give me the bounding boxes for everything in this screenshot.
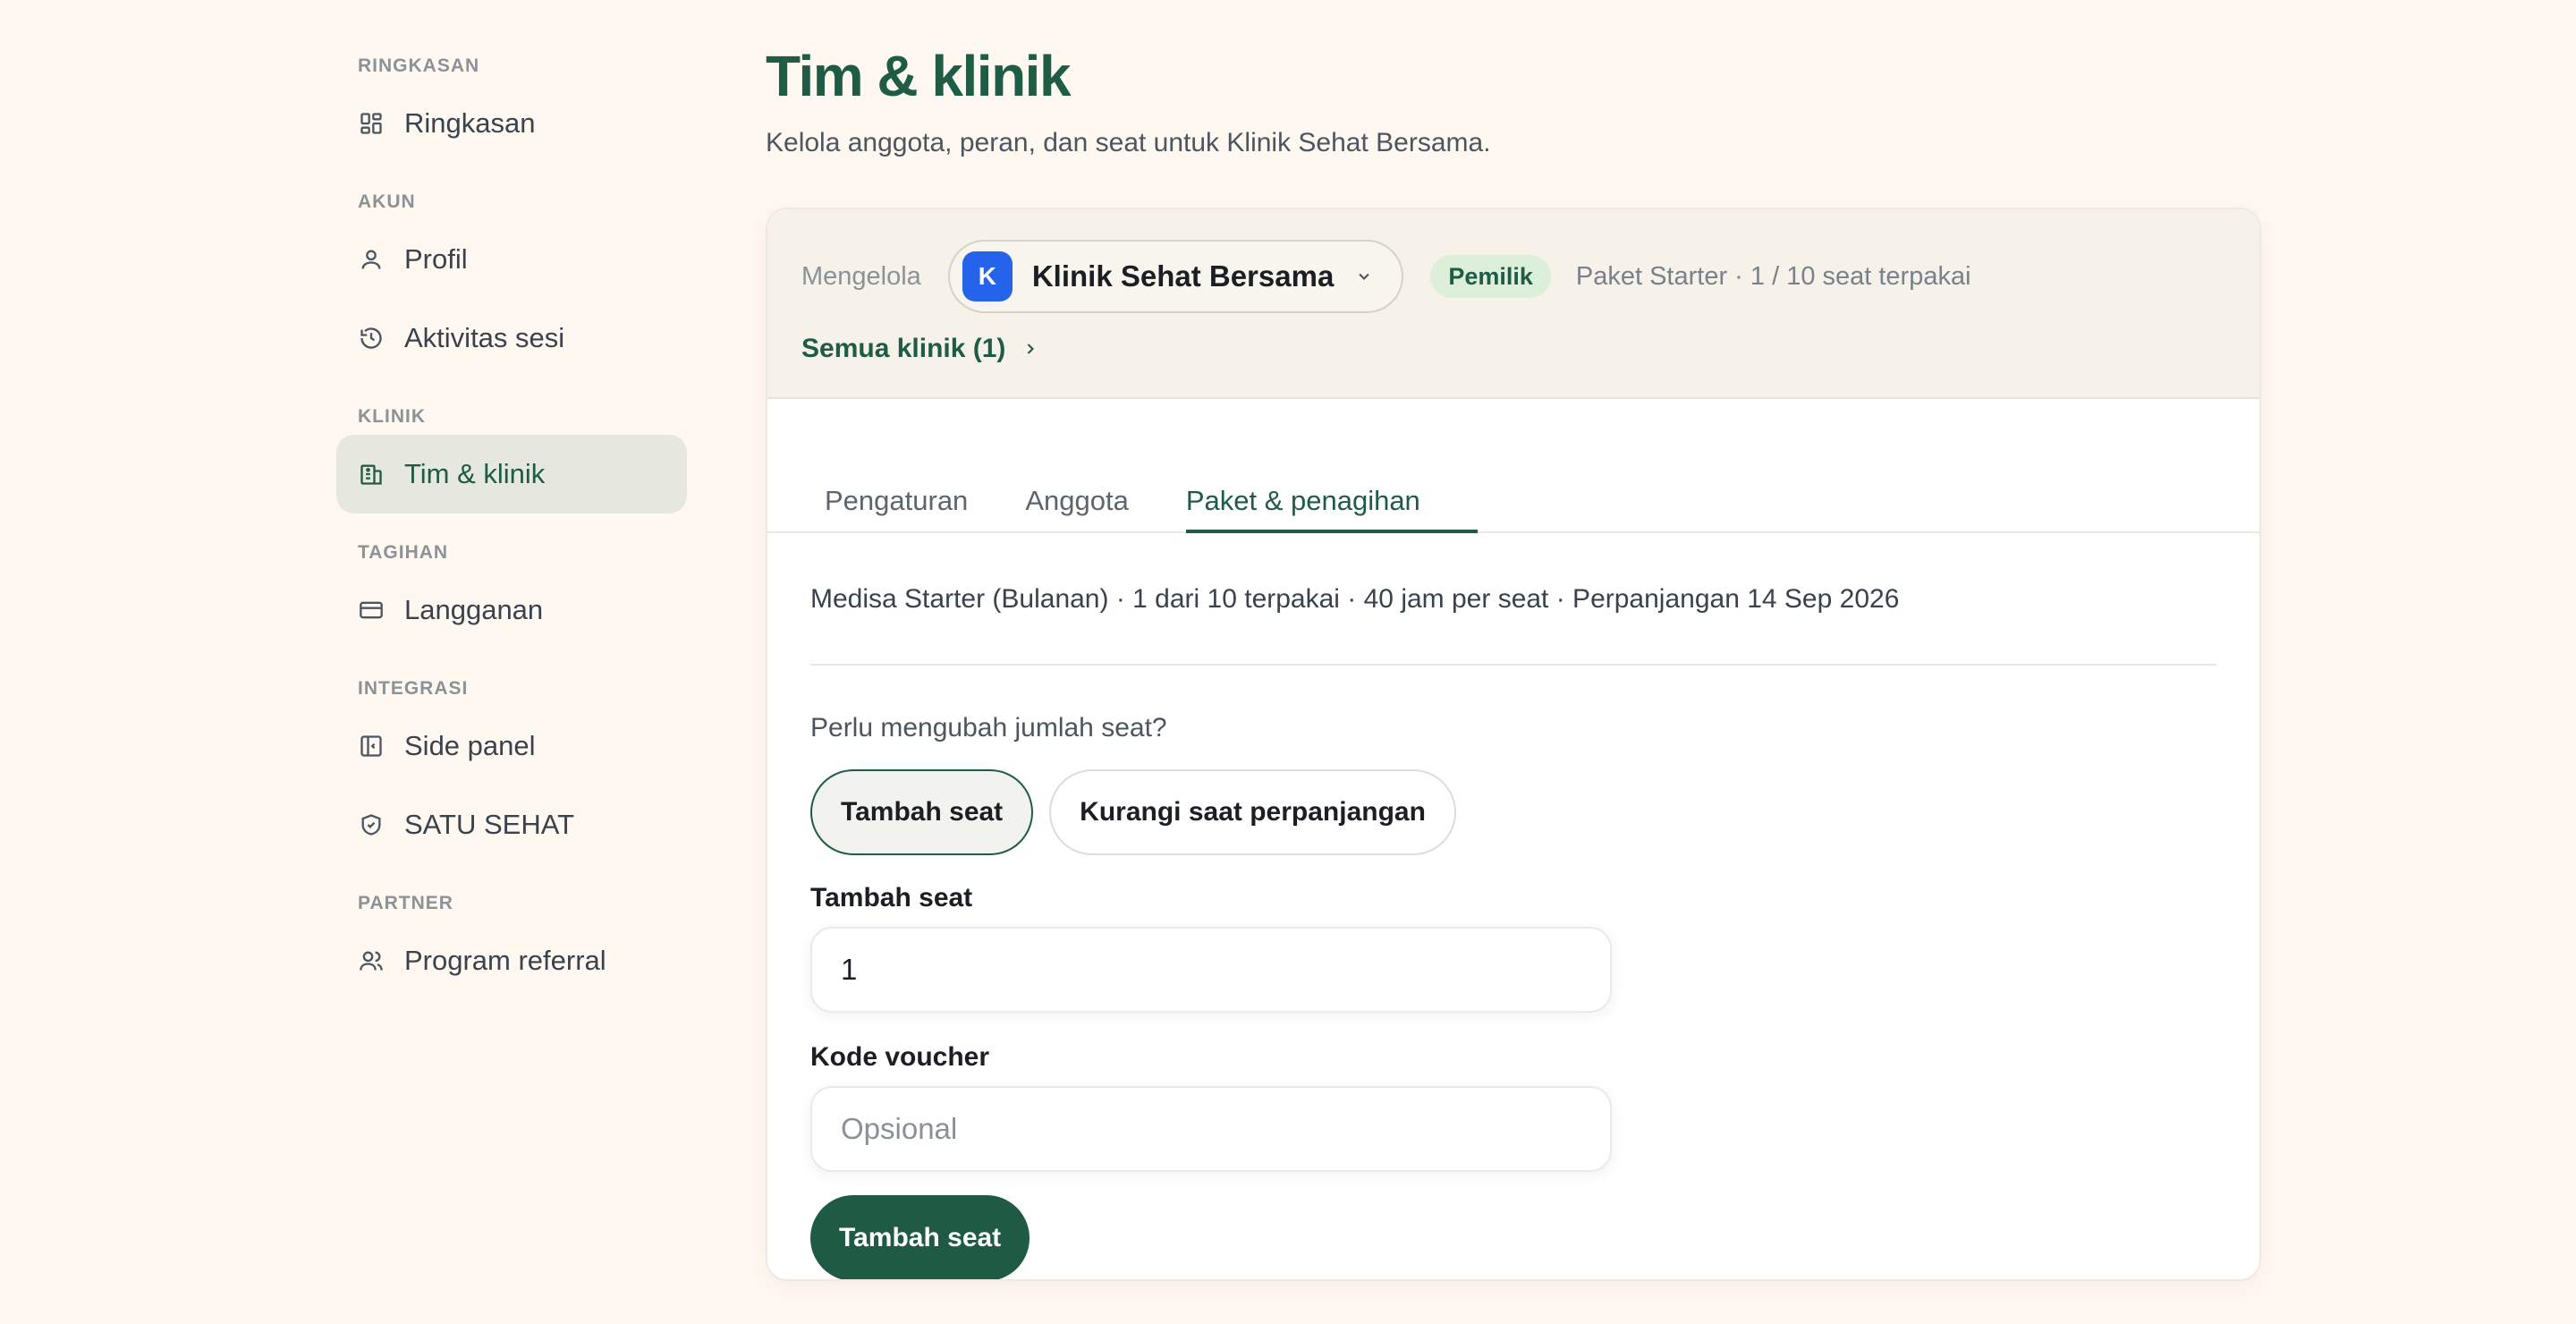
sidebar-item-label: Program referral — [404, 945, 606, 976]
seat-field-label: Tambah seat — [810, 883, 973, 912]
sidebar-item-label: Aktivitas sesi — [404, 322, 565, 353]
voucher-input[interactable] — [810, 1086, 1612, 1172]
sidebar-section-tagihan: TAGIHAN Langganan — [336, 540, 687, 649]
divider — [810, 664, 2216, 666]
chevron-right-icon — [1021, 339, 1041, 359]
section-label: AKUN — [358, 191, 416, 212]
add-seat-submit-button[interactable]: Tambah seat — [810, 1195, 1030, 1279]
sidebar-section-ringkasan: RINGKASAN Ringkasan — [336, 54, 687, 163]
plan-summary: Paket Starter · 1 / 10 seat terpakai — [1575, 261, 1971, 291]
role-badge: Pemilik — [1430, 255, 1551, 298]
reduce-seat-option[interactable]: Kurangi saat perpanjangan — [1049, 769, 1456, 855]
history-icon — [358, 325, 385, 352]
dashboard-icon — [358, 110, 385, 137]
page-title: Tim & klinik — [766, 44, 1072, 108]
sidebar-item-label: SATU SEHAT — [404, 809, 575, 840]
user-icon — [358, 246, 385, 273]
all-clinics-label: Semua klinik (1) — [801, 334, 1006, 363]
chevron-down-icon — [1355, 267, 1375, 286]
clinic-name: Klinik Sehat Bersama — [1031, 259, 1335, 293]
sidebar-item-satu-sehat[interactable]: SATU SEHAT — [336, 785, 687, 864]
sidebar-item-side-panel[interactable]: Side panel — [336, 707, 687, 785]
side-panel-icon — [358, 733, 385, 760]
sidebar-item-label: Tim & klinik — [404, 458, 546, 489]
sidebar-item-program-referral[interactable]: Program referral — [336, 921, 687, 1000]
seat-quantity-input[interactable] — [810, 927, 1612, 1013]
section-label: RINGKASAN — [358, 55, 480, 76]
sidebar-item-label: Side panel — [404, 730, 536, 761]
sidebar-item-label: Ringkasan — [404, 107, 536, 139]
section-label: INTEGRASI — [358, 678, 469, 699]
all-clinics-link[interactable]: Semua klinik (1) — [801, 331, 1041, 367]
building-icon — [358, 461, 385, 488]
seat-action-toggle: Tambah seat Kurangi saat perpanjangan — [810, 769, 2216, 855]
clinic-context-row: Mengelola K Klinik Sehat Bersama Pemilik… — [801, 240, 2225, 313]
tab-anggota[interactable]: Anggota — [1025, 485, 1129, 531]
section-label: KLINIK — [358, 406, 426, 427]
sidebar-section-klinik: KLINIK Tim & klinik — [336, 404, 687, 513]
managing-label: Mengelola — [801, 261, 921, 291]
page-header: Tim & klinik Kelola anggota, peran, dan … — [766, 45, 2261, 161]
page-subtitle: Kelola anggota, peran, dan seat untuk Kl… — [766, 128, 1491, 157]
sidebar-item-tim-klinik[interactable]: Tim & klinik — [336, 435, 687, 513]
sidebar-item-aktivitas-sesi[interactable]: Aktivitas sesi — [336, 299, 687, 378]
billing-panel: Medisa Starter (Bulanan) · 1 dari 10 ter… — [767, 533, 2259, 1279]
plan-details: Medisa Starter (Bulanan) · 1 dari 10 ter… — [810, 584, 1900, 614]
sidebar-section-partner: PARTNER Program referral — [336, 891, 687, 1000]
tab-paket-penagihan[interactable]: Paket & penagihan — [1185, 485, 1478, 533]
add-seat-option[interactable]: Tambah seat — [810, 769, 1034, 855]
clinic-context-bar: Mengelola K Klinik Sehat Bersama Pemilik… — [767, 209, 2259, 399]
section-label: PARTNER — [358, 893, 453, 913]
sidebar-item-profil[interactable]: Profil — [336, 220, 687, 299]
clinic-selector[interactable]: K Klinik Sehat Bersama — [947, 240, 1404, 313]
sidebar-item-langganan[interactable]: Langganan — [336, 571, 687, 649]
clinic-card: Mengelola K Klinik Sehat Bersama Pemilik… — [766, 208, 2261, 1281]
sidebar-item-ringkasan[interactable]: Ringkasan — [336, 84, 687, 163]
sidebar-item-label: Langganan — [404, 594, 544, 625]
sidebar-item-label: Profil — [404, 243, 468, 275]
app-root: RINGKASAN Ringkasan AKUN Profil Aktivita… — [0, 0, 2576, 1324]
tab-pengaturan[interactable]: Pengaturan — [825, 485, 968, 531]
section-label: TAGIHAN — [358, 542, 449, 563]
shield-check-icon — [358, 811, 385, 838]
users-icon — [358, 947, 385, 974]
sidebar-section-akun: AKUN Profil Aktivitas sesi — [336, 190, 687, 378]
seat-change-question: Perlu mengubah jumlah seat? — [810, 713, 1167, 743]
sidebar-section-integrasi: INTEGRASI Side panel SATU SEHAT — [336, 676, 687, 864]
tab-bar: Pengaturan Anggota Paket & penagihan — [767, 399, 2259, 533]
credit-card-icon — [358, 597, 385, 624]
sidebar: RINGKASAN Ringkasan AKUN Profil Aktivita… — [336, 54, 687, 1000]
voucher-field-label: Kode voucher — [810, 1042, 990, 1072]
clinic-avatar: K — [962, 251, 1013, 301]
